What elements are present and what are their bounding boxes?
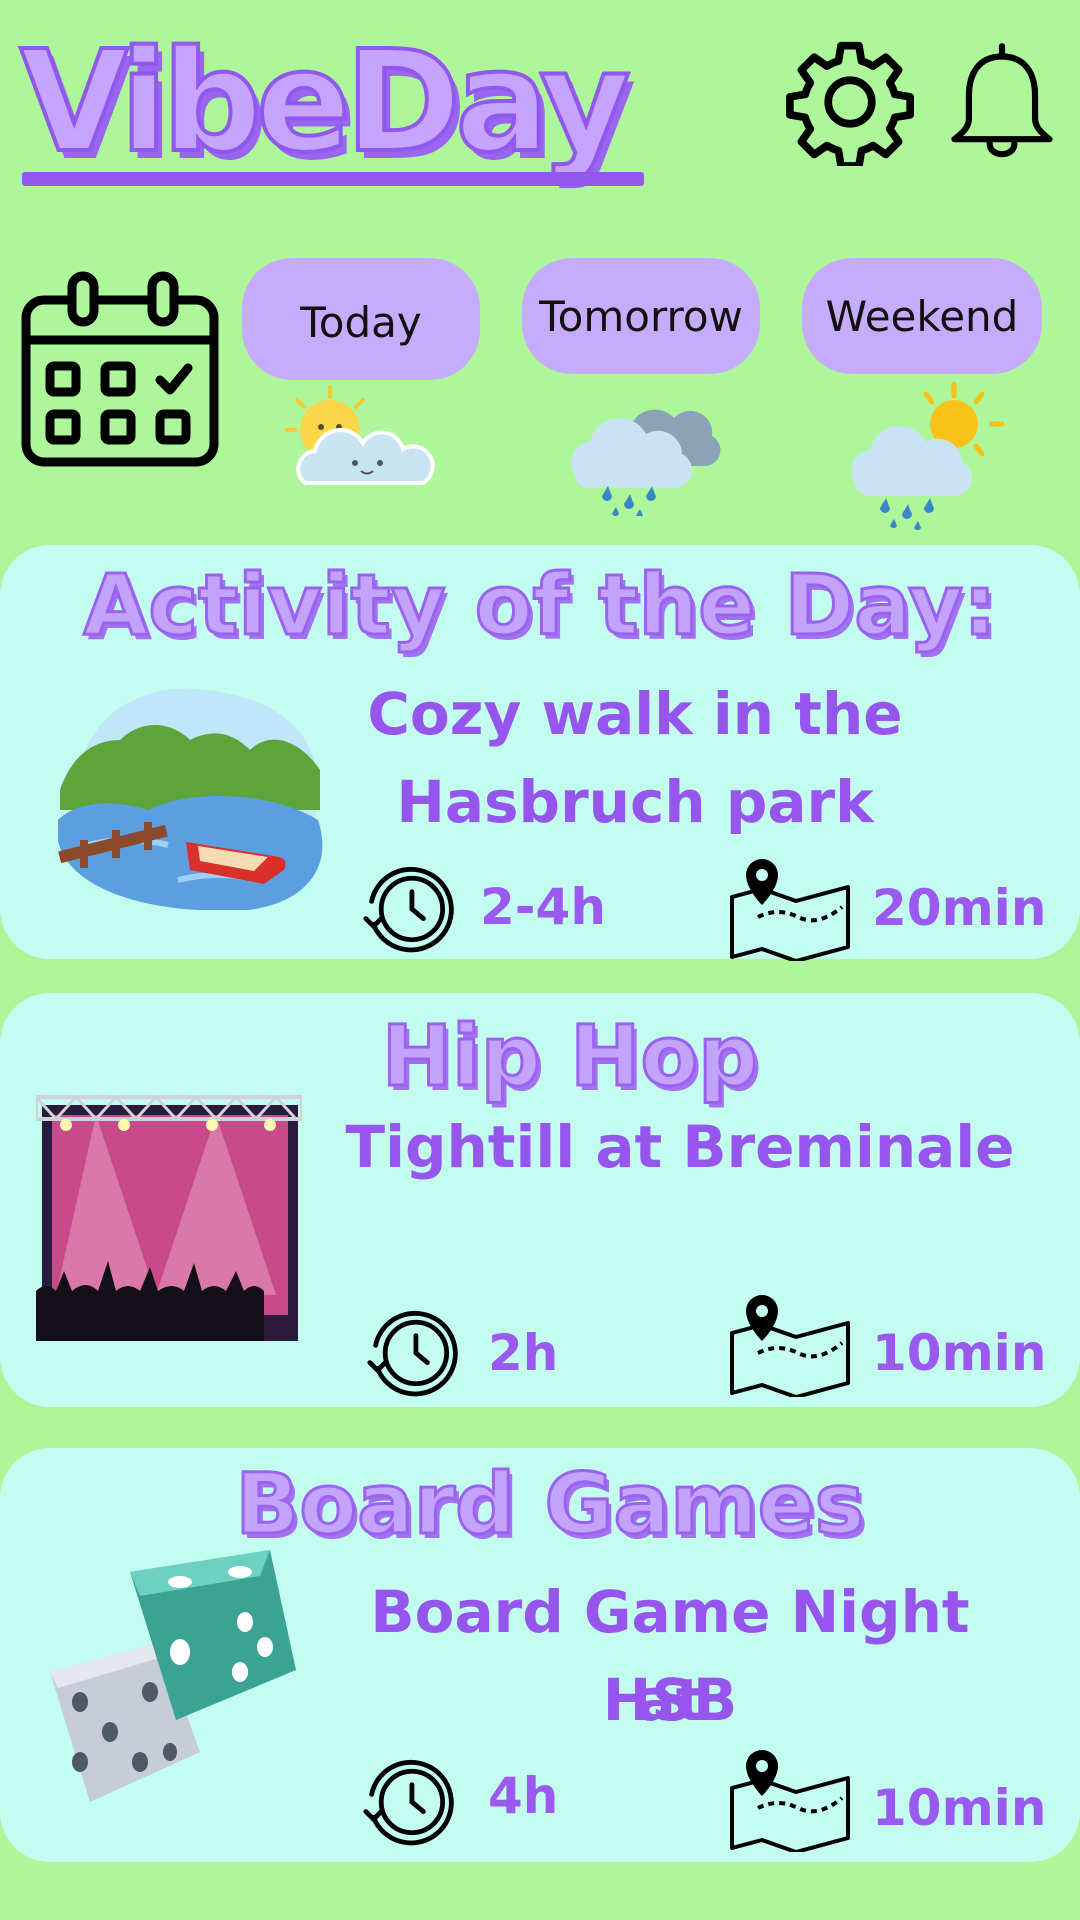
bell-icon[interactable] [950, 40, 1054, 164]
activity-card[interactable]: Activity of the Day: Cozy walk in the Ha… [0, 545, 1080, 961]
logo-underline [22, 172, 644, 186]
activity-card[interactable]: Hip Hop Tightill at Breminale 2h 10min [0, 993, 1080, 1407]
concert-stage-illustration [36, 1094, 302, 1341]
duration-label: 2-4h [480, 878, 606, 936]
calendar-icon[interactable] [20, 270, 220, 470]
card-title-line: Cozy walk in the [367, 680, 903, 748]
duration-label: 4h [488, 1767, 559, 1825]
dice-illustration [50, 1550, 296, 1802]
activity-card[interactable]: Board Games Board Game Night at HSB 4h 1… [0, 1448, 1080, 1862]
map-pin-icon [730, 859, 850, 961]
clock-icon [363, 866, 454, 953]
sun-cloud-icon [285, 385, 435, 485]
travel-time-label: 10min [872, 1324, 1047, 1382]
card-heading: Activity of the Day: [82, 556, 998, 655]
map-pin-icon [730, 1750, 850, 1852]
tab-today[interactable]: Today [242, 258, 480, 380]
lake-with-boat-illustration [58, 688, 323, 910]
travel-time-label: 10min [872, 1779, 1047, 1837]
rain-cloud-icon [571, 409, 721, 516]
card-title-line: HSB [602, 1666, 738, 1734]
tab-weekend[interactable]: Weekend [802, 258, 1042, 374]
app-logo: VibeDay [18, 21, 633, 184]
card-title-line: Hasbruch park [396, 768, 874, 836]
travel-time-label: 20min [872, 879, 1047, 937]
map-pin-icon [730, 1295, 850, 1397]
card-heading: Board Games [234, 1455, 866, 1554]
clock-icon [367, 1310, 458, 1397]
tab-tomorrow[interactable]: Tomorrow [522, 258, 760, 374]
sun-rain-icon [851, 381, 1005, 530]
clock-icon [363, 1759, 454, 1846]
gear-icon[interactable] [786, 38, 914, 166]
duration-label: 2h [488, 1324, 559, 1382]
card-title-line: Tightill at Breminale [345, 1113, 1015, 1181]
